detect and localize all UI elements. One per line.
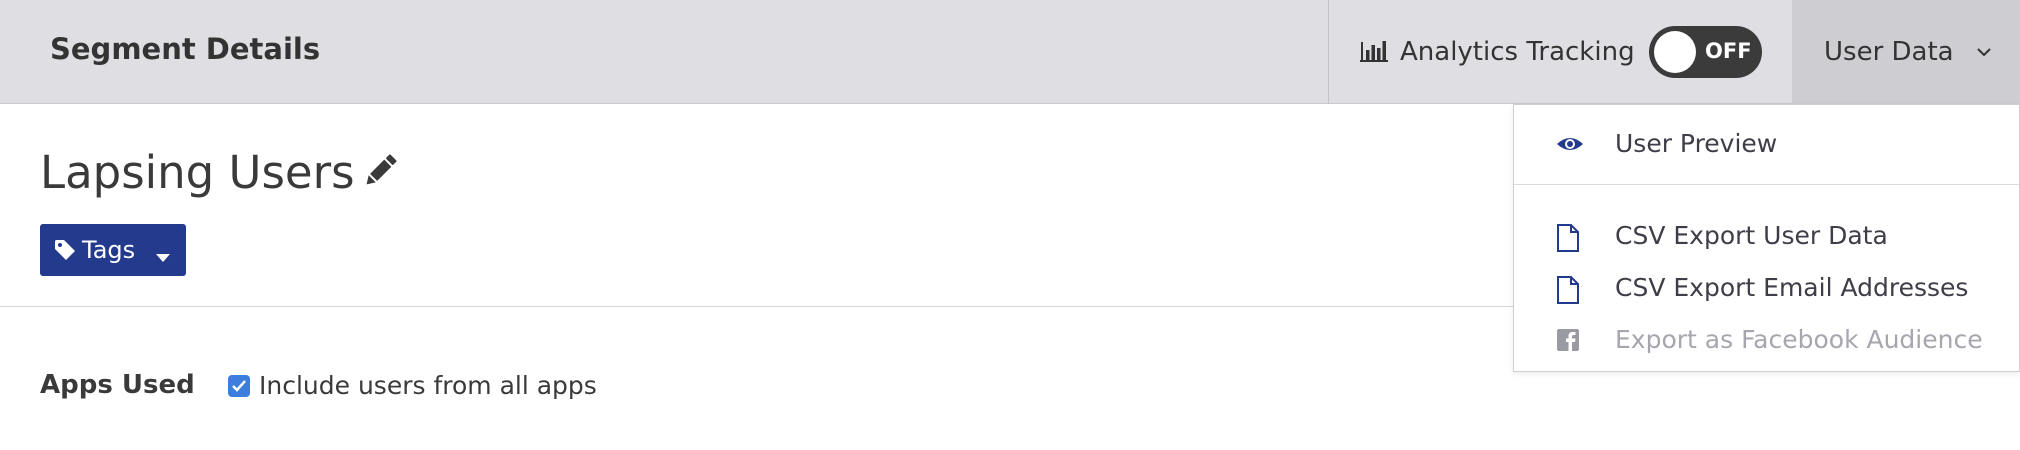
menu-item-user-preview[interactable]: User Preview bbox=[1514, 119, 2019, 169]
user-data-button[interactable]: User Data bbox=[1792, 0, 2020, 104]
top-bar: Segment Details Analytics Tracking OFF U… bbox=[0, 0, 2020, 104]
tags-label: Tags bbox=[82, 236, 136, 264]
user-data-menu: User Preview CSV Export User Data CSV Ex… bbox=[1513, 104, 2020, 372]
checkmark-icon bbox=[232, 380, 246, 392]
user-data-label: User Data bbox=[1824, 37, 1954, 67]
toggle-state-label: OFF bbox=[1705, 39, 1752, 63]
menu-item-csv-export-email-addresses[interactable]: CSV Export Email Addresses bbox=[1514, 263, 2019, 313]
menu-item-label: CSV Export Email Addresses bbox=[1615, 273, 1969, 302]
menu-item-csv-export-user-data[interactable]: CSV Export User Data bbox=[1514, 211, 2019, 261]
analytics-tracking-label: Analytics Tracking bbox=[1400, 37, 1635, 67]
menu-item-label: User Preview bbox=[1615, 129, 1778, 158]
apps-used-label: Apps Used bbox=[40, 370, 195, 400]
tag-icon bbox=[54, 239, 76, 265]
segment-name: Lapsing Users bbox=[40, 146, 355, 199]
menu-item-label: CSV Export User Data bbox=[1615, 221, 1888, 250]
caret-down-icon bbox=[156, 247, 170, 266]
tags-dropdown-button[interactable]: Tags bbox=[40, 224, 186, 276]
toggle-knob bbox=[1654, 31, 1696, 73]
include-all-apps-checkbox[interactable] bbox=[228, 375, 250, 397]
bar-chart-icon bbox=[1360, 38, 1388, 66]
file-icon bbox=[1556, 276, 1580, 308]
facebook-icon bbox=[1556, 328, 1580, 356]
menu-item-label: Export as Facebook Audience bbox=[1615, 325, 1983, 354]
chevron-down-icon bbox=[1976, 42, 1992, 61]
file-icon bbox=[1556, 224, 1580, 256]
menu-item-export-facebook-audience[interactable]: Export as Facebook Audience bbox=[1514, 315, 2019, 365]
menu-separator bbox=[1514, 184, 2019, 185]
eye-icon bbox=[1556, 132, 1584, 160]
page-title: Segment Details bbox=[50, 32, 321, 66]
include-all-apps-label[interactable]: Include users from all apps bbox=[259, 371, 597, 400]
analytics-tracking: Analytics Tracking bbox=[1360, 32, 1635, 72]
analytics-tracking-toggle[interactable]: OFF bbox=[1649, 26, 1762, 78]
pencil-icon[interactable] bbox=[362, 152, 398, 194]
topbar-divider bbox=[1328, 0, 1329, 104]
